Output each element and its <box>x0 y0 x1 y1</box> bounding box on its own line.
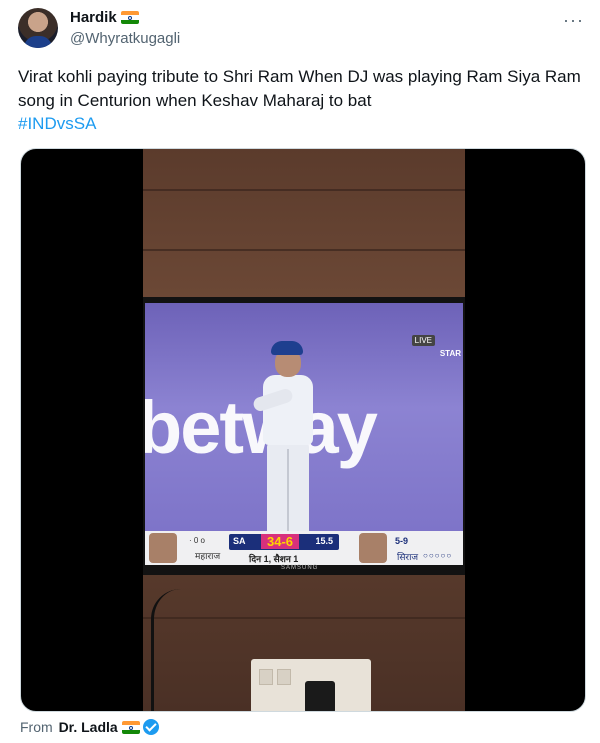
author-handle[interactable]: @Whyratkugagli <box>70 30 180 47</box>
video-frame[interactable]: betway LIVE STAR · 0 o महाराज SA 34-6 15… <box>143 149 465 711</box>
batter-name: महाराज <box>195 551 221 561</box>
video-source: From Dr. Ladla <box>20 719 159 735</box>
tweet-card: Hardik @Whyratkugagli ··· Virat kohli pa… <box>0 0 600 743</box>
team-name: SA <box>233 536 246 546</box>
wall-socket <box>251 659 371 711</box>
avatar-shirt <box>24 36 52 48</box>
tv-cable <box>151 589 191 711</box>
batter-photo <box>149 533 177 563</box>
television: betway LIVE STAR · 0 o महाराज SA 34-6 15… <box>143 297 465 575</box>
bowler-name: सिराज <box>397 552 419 562</box>
session-label: दिन 1, सैशन 1 <box>249 554 299 564</box>
score-panel: SA 34-6 15.5 <box>229 534 339 550</box>
wall-plank <box>143 617 465 619</box>
author-name-row[interactable]: Hardik <box>70 9 139 26</box>
india-flag-icon <box>120 11 139 24</box>
author-display-name[interactable]: Hardik <box>70 9 117 26</box>
team-score: 34-6 <box>261 534 300 549</box>
power-plug <box>305 681 335 711</box>
hashtag-link[interactable]: #INDvsSA <box>18 114 96 134</box>
channel-logo: STAR <box>439 349 461 358</box>
tweet-text: Virat kohli paying tribute to Shri Ram W… <box>18 67 581 110</box>
overs-count: 15.5 <box>315 536 333 546</box>
tv-brand: SAMSUNG <box>281 565 319 571</box>
more-options-icon[interactable]: ··· <box>563 10 584 31</box>
india-flag-icon <box>121 721 140 734</box>
source-name[interactable]: Dr. Ladla <box>59 719 118 735</box>
wall-plank <box>143 189 465 191</box>
bowler-figures: 5-9 <box>395 536 409 546</box>
batter-stats: · 0 o <box>189 536 206 545</box>
over-dots: ○○○○○ <box>423 551 453 560</box>
wall-plank <box>143 249 465 251</box>
player-figure <box>251 341 323 541</box>
bowler-photo <box>359 533 387 563</box>
source-prefix: From <box>20 719 53 735</box>
tweet-video[interactable]: betway LIVE STAR · 0 o महाराज SA 34-6 15… <box>20 148 586 712</box>
live-badge: LIVE <box>411 335 435 346</box>
author-avatar[interactable] <box>18 8 58 48</box>
score-bar: · 0 o महाराज SA 34-6 15.5 दिन 1, सैशन 1 … <box>145 531 463 565</box>
tv-screen: betway LIVE STAR · 0 o महाराज SA 34-6 15… <box>145 303 463 565</box>
verified-badge-icon <box>142 719 159 735</box>
